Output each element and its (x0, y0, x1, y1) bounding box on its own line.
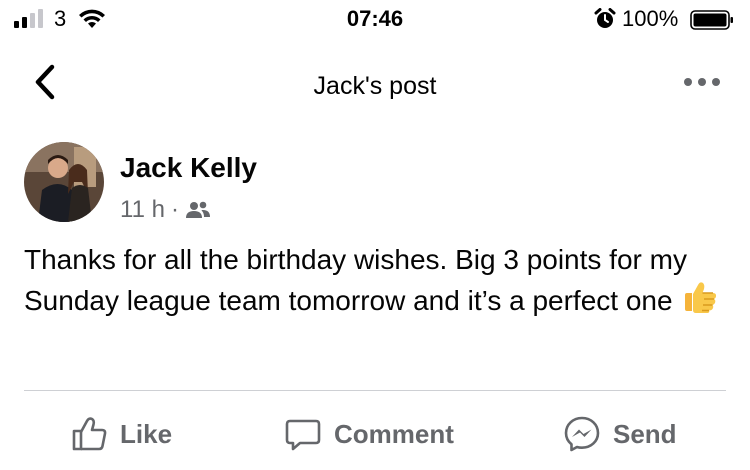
comment-button[interactable]: Comment (284, 406, 454, 462)
avatar-photo (24, 142, 104, 222)
battery-percent: 100% (622, 6, 679, 31)
post-text: Thanks for all the birthday wishes. Big … (24, 240, 730, 321)
divider (24, 390, 726, 391)
avatar[interactable] (24, 142, 104, 222)
more-dots-icon[interactable] (682, 72, 722, 92)
like-button[interactable]: Like (70, 406, 172, 462)
battery-icon (690, 10, 733, 30)
friends-icon[interactable] (185, 200, 211, 220)
nav-bar: Jack's post (0, 48, 750, 126)
meta-separator: · (170, 196, 179, 223)
status-bar: 3 07:46 100% (0, 0, 750, 40)
messenger-icon (564, 416, 600, 452)
like-label: Like (120, 418, 173, 449)
send-button[interactable]: Send (563, 406, 677, 462)
post-text-content: Thanks for all the birthday wishes. Big … (24, 244, 687, 316)
thumbs-up-emoji (684, 282, 716, 313)
page-title: Jack's post (313, 72, 437, 100)
thumbs-up-icon (72, 417, 107, 451)
comment-label: Comment (334, 418, 454, 449)
send-label: Send (613, 418, 677, 449)
alarm-icon (594, 8, 616, 28)
post-meta: 11 h · (120, 196, 211, 224)
comment-icon (285, 419, 321, 451)
post-time[interactable]: 11 h (120, 196, 165, 224)
author-name[interactable]: Jack Kelly (120, 152, 257, 184)
action-bar: Like Comment Send (0, 406, 750, 462)
